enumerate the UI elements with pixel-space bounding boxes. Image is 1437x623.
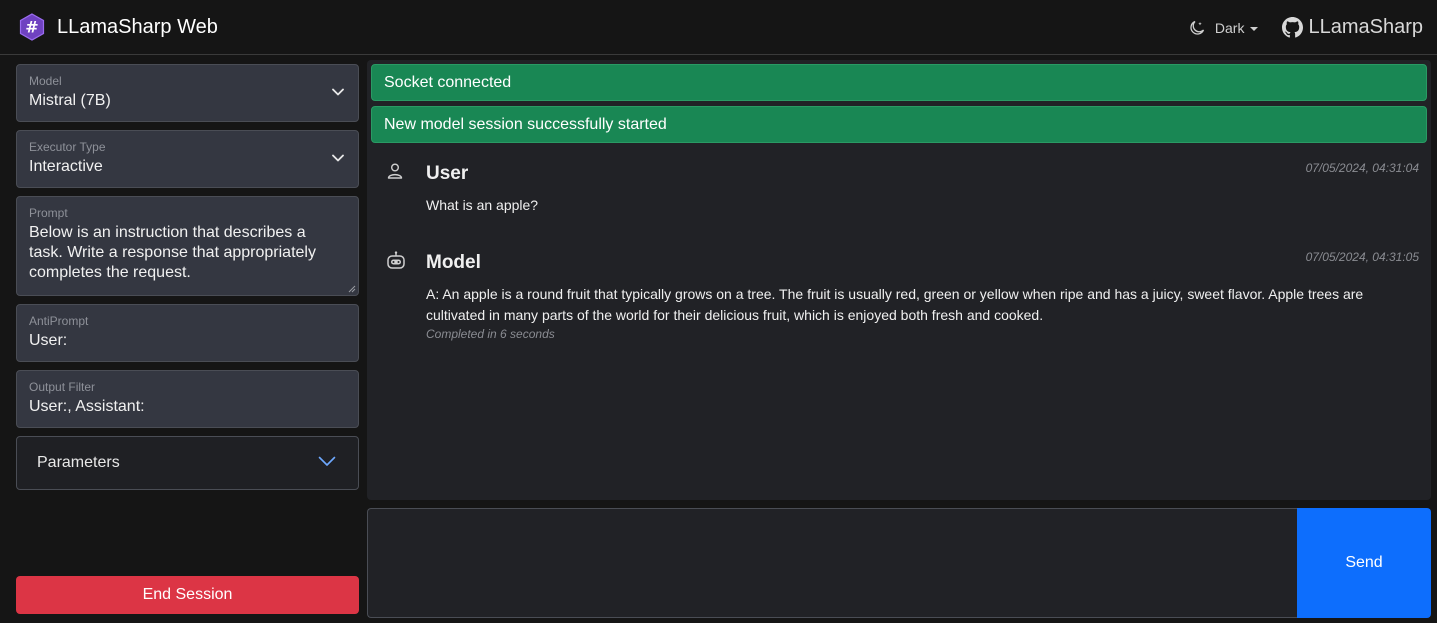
message-text: What is an apple? bbox=[426, 197, 539, 213]
robot-icon bbox=[387, 251, 405, 269]
hash-hexagon-icon: # bbox=[19, 13, 45, 41]
antiprompt-field[interactable]: AntiPrompt User: bbox=[16, 304, 359, 362]
alert-session-started: New model session successfully started bbox=[371, 106, 1427, 143]
antiprompt-value: User: bbox=[29, 332, 68, 349]
moon-stars-icon bbox=[1190, 20, 1205, 35]
github-icon bbox=[1282, 17, 1304, 38]
message-text: A: An apple is a round fruit that typica… bbox=[426, 286, 1364, 323]
message-timestamp: 07/05/2024, 04:31:04 bbox=[1305, 161, 1419, 175]
prompt-label: Prompt bbox=[29, 206, 68, 220]
message-completion-time: Completed in 6 seconds bbox=[426, 327, 555, 341]
theme-dropdown[interactable]: Dark bbox=[1189, 20, 1259, 36]
end-session-button[interactable]: End Session bbox=[16, 576, 359, 614]
output-filter-field[interactable]: Output Filter User:, Assistant: bbox=[16, 370, 359, 428]
message-timestamp: 07/05/2024, 04:31:05 bbox=[1305, 250, 1419, 264]
resize-grip-icon[interactable] bbox=[348, 285, 356, 293]
alert-socket-connected: Socket connected bbox=[371, 64, 1427, 101]
parameters-label: Parameters bbox=[37, 454, 120, 471]
brand[interactable]: # LLamaSharp Web bbox=[18, 13, 218, 41]
settings-sidebar: Model Mistral (7B) Executor Type Interac… bbox=[16, 64, 359, 490]
executor-type-select[interactable]: Executor Type Interactive bbox=[16, 130, 359, 188]
chat-panel: Socket connected New model session succe… bbox=[367, 60, 1431, 500]
caret-down-icon bbox=[1250, 26, 1259, 31]
theme-label: Dark bbox=[1214, 19, 1245, 36]
prompt-textarea[interactable]: Prompt Below is an instruction that desc… bbox=[16, 196, 359, 296]
user-icon bbox=[387, 163, 403, 179]
parameters-accordion[interactable]: Parameters bbox=[16, 436, 359, 490]
chevron-down-icon bbox=[332, 88, 344, 96]
chevron-down-icon bbox=[332, 154, 344, 162]
model-label: Model bbox=[29, 74, 62, 88]
output-filter-value: User:, Assistant: bbox=[29, 398, 145, 415]
executor-type-value: Interactive bbox=[29, 158, 103, 175]
github-label: LLamaSharp bbox=[1308, 16, 1423, 38]
svg-text:#: # bbox=[25, 18, 38, 37]
github-link[interactable]: LLamaSharp bbox=[1282, 16, 1423, 39]
chevron-down-icon bbox=[318, 456, 336, 466]
executor-type-label: Executor Type bbox=[29, 140, 106, 154]
message-author: User bbox=[426, 163, 469, 184]
send-button[interactable]: Send bbox=[1297, 508, 1431, 618]
prompt-value: Below is an instruction that describes a… bbox=[29, 224, 316, 281]
app-title: LLamaSharp Web bbox=[57, 15, 218, 38]
message-composer: Send bbox=[367, 508, 1431, 618]
model-value: Mistral (7B) bbox=[29, 92, 111, 109]
nav-right: Dark LLamaSharp bbox=[1189, 0, 1423, 55]
navbar: # LLamaSharp Web Dark LLamaSharp bbox=[0, 0, 1437, 55]
antiprompt-label: AntiPrompt bbox=[29, 314, 89, 328]
output-filter-label: Output Filter bbox=[29, 380, 96, 394]
message-author: Model bbox=[426, 252, 481, 273]
message-input[interactable] bbox=[367, 508, 1297, 618]
model-select[interactable]: Model Mistral (7B) bbox=[16, 64, 359, 122]
